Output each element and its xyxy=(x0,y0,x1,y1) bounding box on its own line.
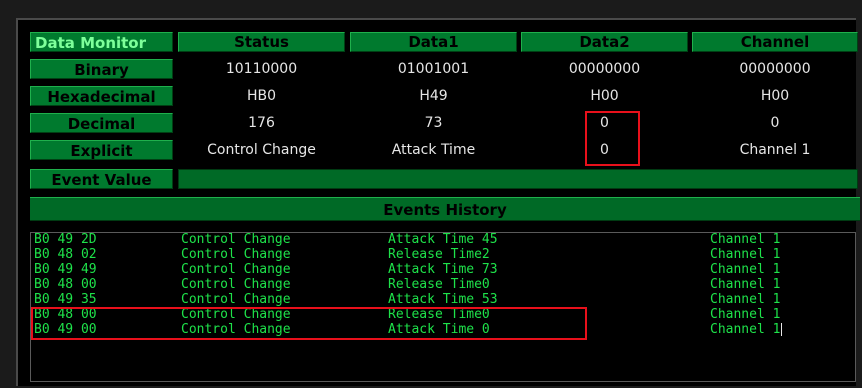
row-label-decimal: Decimal xyxy=(30,113,173,133)
data-monitor-window: Data Monitor Status Data1 Data2 Channel … xyxy=(16,18,860,386)
decimal-data1-value: 73 xyxy=(424,115,443,131)
event-value-bar xyxy=(178,169,858,189)
history-hex: B0 49 35 xyxy=(34,292,97,307)
hex-channel-value: H00 xyxy=(760,88,790,104)
history-row: B0 49 49 Control Change Attack Time 73 C… xyxy=(31,263,851,277)
history-row: B0 49 2D Control Change Attack Time 45 C… xyxy=(31,233,851,247)
hex-data2-value: H00 xyxy=(590,88,619,104)
history-row: B0 48 02 Control Change Release Time2 Ch… xyxy=(31,248,851,262)
history-channel: Channel 1 xyxy=(710,277,781,292)
column-header-channel: Channel xyxy=(692,32,858,52)
history-channel: Channel 1 xyxy=(710,262,781,277)
column-header-data2: Data2 xyxy=(521,32,688,52)
row-label-explicit: Explicit xyxy=(30,140,173,160)
history-channel: Channel 1 xyxy=(710,232,781,247)
history-type: Control Change xyxy=(181,262,291,277)
history-hex: B0 48 02 xyxy=(34,247,97,262)
explicit-data1-value: Attack Time xyxy=(391,142,476,158)
row-label-binary: Binary xyxy=(30,59,173,79)
history-param: Attack Time 45 xyxy=(388,232,498,247)
explicit-channel-value: Channel 1 xyxy=(739,142,811,158)
hex-status-value: HB0 xyxy=(246,88,277,104)
history-type: Control Change xyxy=(181,232,291,247)
history-param: Attack Time 73 xyxy=(388,262,498,277)
binary-data2-value: 00000000 xyxy=(568,61,641,77)
row-label-hexadecimal: Hexadecimal xyxy=(30,86,173,106)
history-type: Control Change xyxy=(181,247,291,262)
history-channel: Channel 1 xyxy=(710,292,781,307)
decimal-status-value: 176 xyxy=(248,115,275,131)
history-param: Release Time2 xyxy=(388,247,490,262)
history-param: Attack Time 53 xyxy=(388,292,498,307)
events-history-list[interactable]: B0 49 2D Control Change Attack Time 45 C… xyxy=(30,232,856,382)
binary-data1-value: 01001001 xyxy=(397,61,470,77)
binary-channel-value: 00000000 xyxy=(739,61,811,77)
hex-data1-value: H49 xyxy=(419,88,448,104)
row-label-event-value: Event Value xyxy=(30,169,173,189)
history-highlight-box xyxy=(31,307,587,340)
column-header-status: Status xyxy=(178,32,345,52)
history-hex: B0 49 2D xyxy=(34,232,97,247)
history-param: Release Time0 xyxy=(388,277,490,292)
history-row: B0 49 35 Control Change Attack Time 53 C… xyxy=(31,293,851,307)
history-hex: B0 48 00 xyxy=(34,277,97,292)
history-channel: Channel 1 xyxy=(710,247,781,262)
column-header-data1: Data1 xyxy=(350,32,517,52)
history-channel: Channel 1 xyxy=(710,322,781,337)
decimal-channel-value: 0 xyxy=(770,115,780,131)
history-row: B0 48 00 Control Change Release Time0 Ch… xyxy=(31,278,851,292)
events-history-header: Events History xyxy=(30,197,860,221)
history-channel: Channel 1 xyxy=(710,307,781,322)
data2-highlight-box xyxy=(585,111,640,166)
history-type: Control Change xyxy=(181,277,291,292)
data-monitor-title: Data Monitor xyxy=(30,32,173,52)
binary-status-value: 10110000 xyxy=(225,61,298,77)
text-cursor xyxy=(781,323,783,336)
history-hex: B0 49 49 xyxy=(34,262,97,277)
history-type: Control Change xyxy=(181,292,291,307)
explicit-status-value: Control Change xyxy=(207,142,316,158)
